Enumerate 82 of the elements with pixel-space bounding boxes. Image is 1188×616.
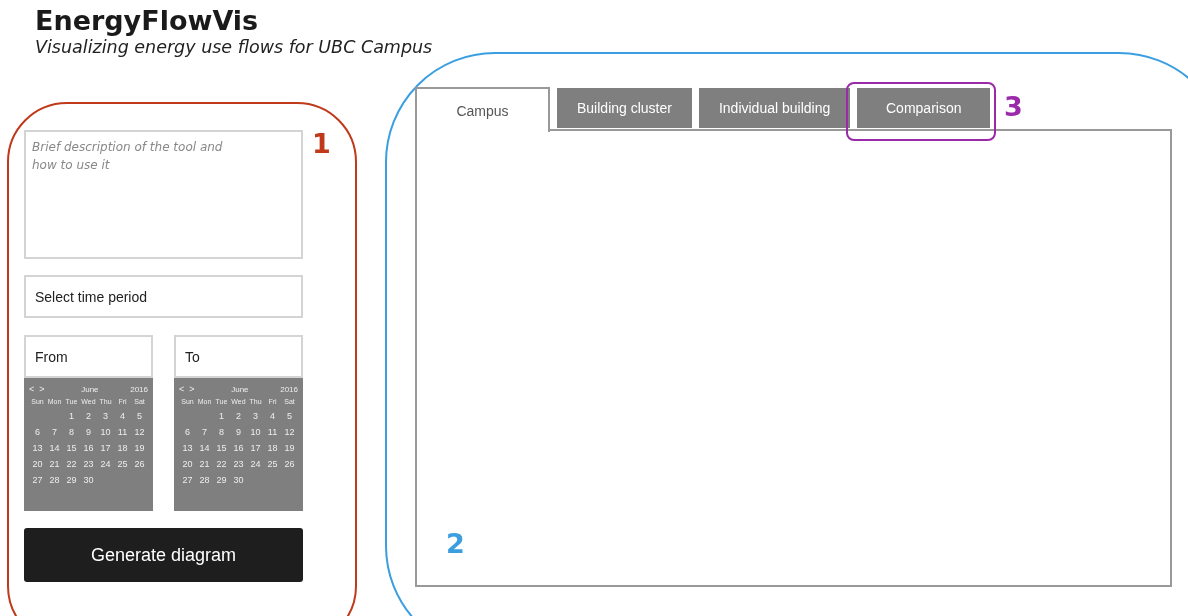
calendar-day[interactable]: 9: [230, 427, 247, 437]
calendar-day[interactable]: 19: [281, 443, 298, 453]
calendar-day[interactable]: 18: [264, 443, 281, 453]
previous-month-button[interactable]: <: [29, 384, 35, 394]
calendar-day[interactable]: 23: [230, 459, 247, 469]
calendar-day[interactable]: 8: [213, 427, 230, 437]
calendar-day[interactable]: 2: [80, 411, 97, 421]
calendar-day[interactable]: 8: [63, 427, 80, 437]
calendar-day[interactable]: 29: [63, 475, 80, 485]
calendar-month: June: [81, 384, 99, 394]
calendar-day[interactable]: 22: [63, 459, 80, 469]
calendar-day[interactable]: 30: [230, 475, 247, 485]
calendar-day[interactable]: 10: [97, 427, 114, 437]
next-month-button[interactable]: >: [39, 384, 45, 394]
date-field[interactable]: From: [24, 335, 153, 378]
calendar-day[interactable]: 1: [213, 411, 230, 421]
calendar-day[interactable]: 15: [63, 443, 80, 453]
annotation-number: 2: [446, 528, 465, 559]
calendar-day[interactable]: 3: [97, 411, 114, 421]
calendar-day[interactable]: 12: [281, 427, 298, 437]
calendar-day[interactable]: 24: [97, 459, 114, 469]
previous-month-button[interactable]: <: [179, 384, 185, 394]
calendar-month: June: [231, 384, 249, 394]
annotation-number: 1: [312, 128, 331, 159]
calendar-day[interactable]: 21: [196, 459, 213, 469]
next-month-button[interactable]: >: [189, 384, 195, 394]
calendar-day[interactable]: 15: [213, 443, 230, 453]
calendar-day[interactable]: 17: [97, 443, 114, 453]
calendar-day[interactable]: 3: [247, 411, 264, 421]
calendar-day[interactable]: 20: [29, 459, 46, 469]
calendar-day[interactable]: 10: [247, 427, 264, 437]
calendar-day[interactable]: 6: [29, 427, 46, 437]
calendar-day[interactable]: 20: [179, 459, 196, 469]
calendar-day[interactable]: 11: [264, 427, 281, 437]
calendar-day[interactable]: 18: [114, 443, 131, 453]
description-field[interactable]: Brief description of the tool and how to use it: [24, 130, 303, 259]
calendar-day[interactable]: 22: [213, 459, 230, 469]
app-subtitle: Visualizing energy use flows for UBC Campus: [35, 36, 433, 58]
calendar-day[interactable]: 28: [196, 475, 213, 485]
calendar-day[interactable]: 21: [46, 459, 63, 469]
date-field[interactable]: To: [174, 335, 303, 378]
calendar-day[interactable]: 2: [230, 411, 247, 421]
calendar-day[interactable]: 5: [281, 411, 298, 421]
calendar-day[interactable]: 26: [131, 459, 148, 469]
tab[interactable]: Comparison: [857, 88, 991, 128]
calendar-day[interactable]: 14: [46, 443, 63, 453]
calendar-day[interactable]: 7: [196, 427, 213, 437]
calendar-day[interactable]: 29: [213, 475, 230, 485]
tab[interactable]: Campus: [415, 87, 550, 132]
calendar-day[interactable]: 9: [80, 427, 97, 437]
calendar-day[interactable]: 25: [114, 459, 131, 469]
calendar-day[interactable]: 5: [131, 411, 148, 421]
calendar-day[interactable]: 17: [247, 443, 264, 453]
calendar-day[interactable]: 24: [247, 459, 264, 469]
calendar-day[interactable]: 11: [114, 427, 131, 437]
tab[interactable]: Building cluster: [557, 88, 692, 128]
calendar-day[interactable]: 19: [131, 443, 148, 453]
calendar-day[interactable]: 1: [63, 411, 80, 421]
calendar-day[interactable]: 4: [264, 411, 281, 421]
time-period-field[interactable]: Select time period: [24, 275, 303, 318]
calendar-day[interactable]: 12: [131, 427, 148, 437]
calendar-day[interactable]: 14: [196, 443, 213, 453]
calendar-day[interactable]: 25: [264, 459, 281, 469]
calendar-day[interactable]: 23: [80, 459, 97, 469]
annotation-number: 3: [1004, 91, 1023, 122]
generate-diagram-button[interactable]: Generate diagram: [24, 528, 303, 582]
calendar-day[interactable]: 13: [179, 443, 196, 453]
calendar-day[interactable]: 7: [46, 427, 63, 437]
calendar-day[interactable]: 30: [80, 475, 97, 485]
calendar-year: 2016: [280, 384, 298, 394]
calendar-day[interactable]: 13: [29, 443, 46, 453]
calendar-day[interactable]: 6: [179, 427, 196, 437]
calendar-day[interactable]: 4: [114, 411, 131, 421]
calendar-day[interactable]: 28: [46, 475, 63, 485]
calendar-day[interactable]: 27: [29, 475, 46, 485]
tab[interactable]: Individual building: [698, 88, 851, 128]
calendar-day[interactable]: 26: [281, 459, 298, 469]
calendar-day[interactable]: 27: [179, 475, 196, 485]
calendar-day[interactable]: 16: [230, 443, 247, 453]
calendar-day[interactable]: 16: [80, 443, 97, 453]
calendar-year: 2016: [130, 384, 148, 394]
app-title: EnergyFlowVis: [35, 6, 260, 36]
